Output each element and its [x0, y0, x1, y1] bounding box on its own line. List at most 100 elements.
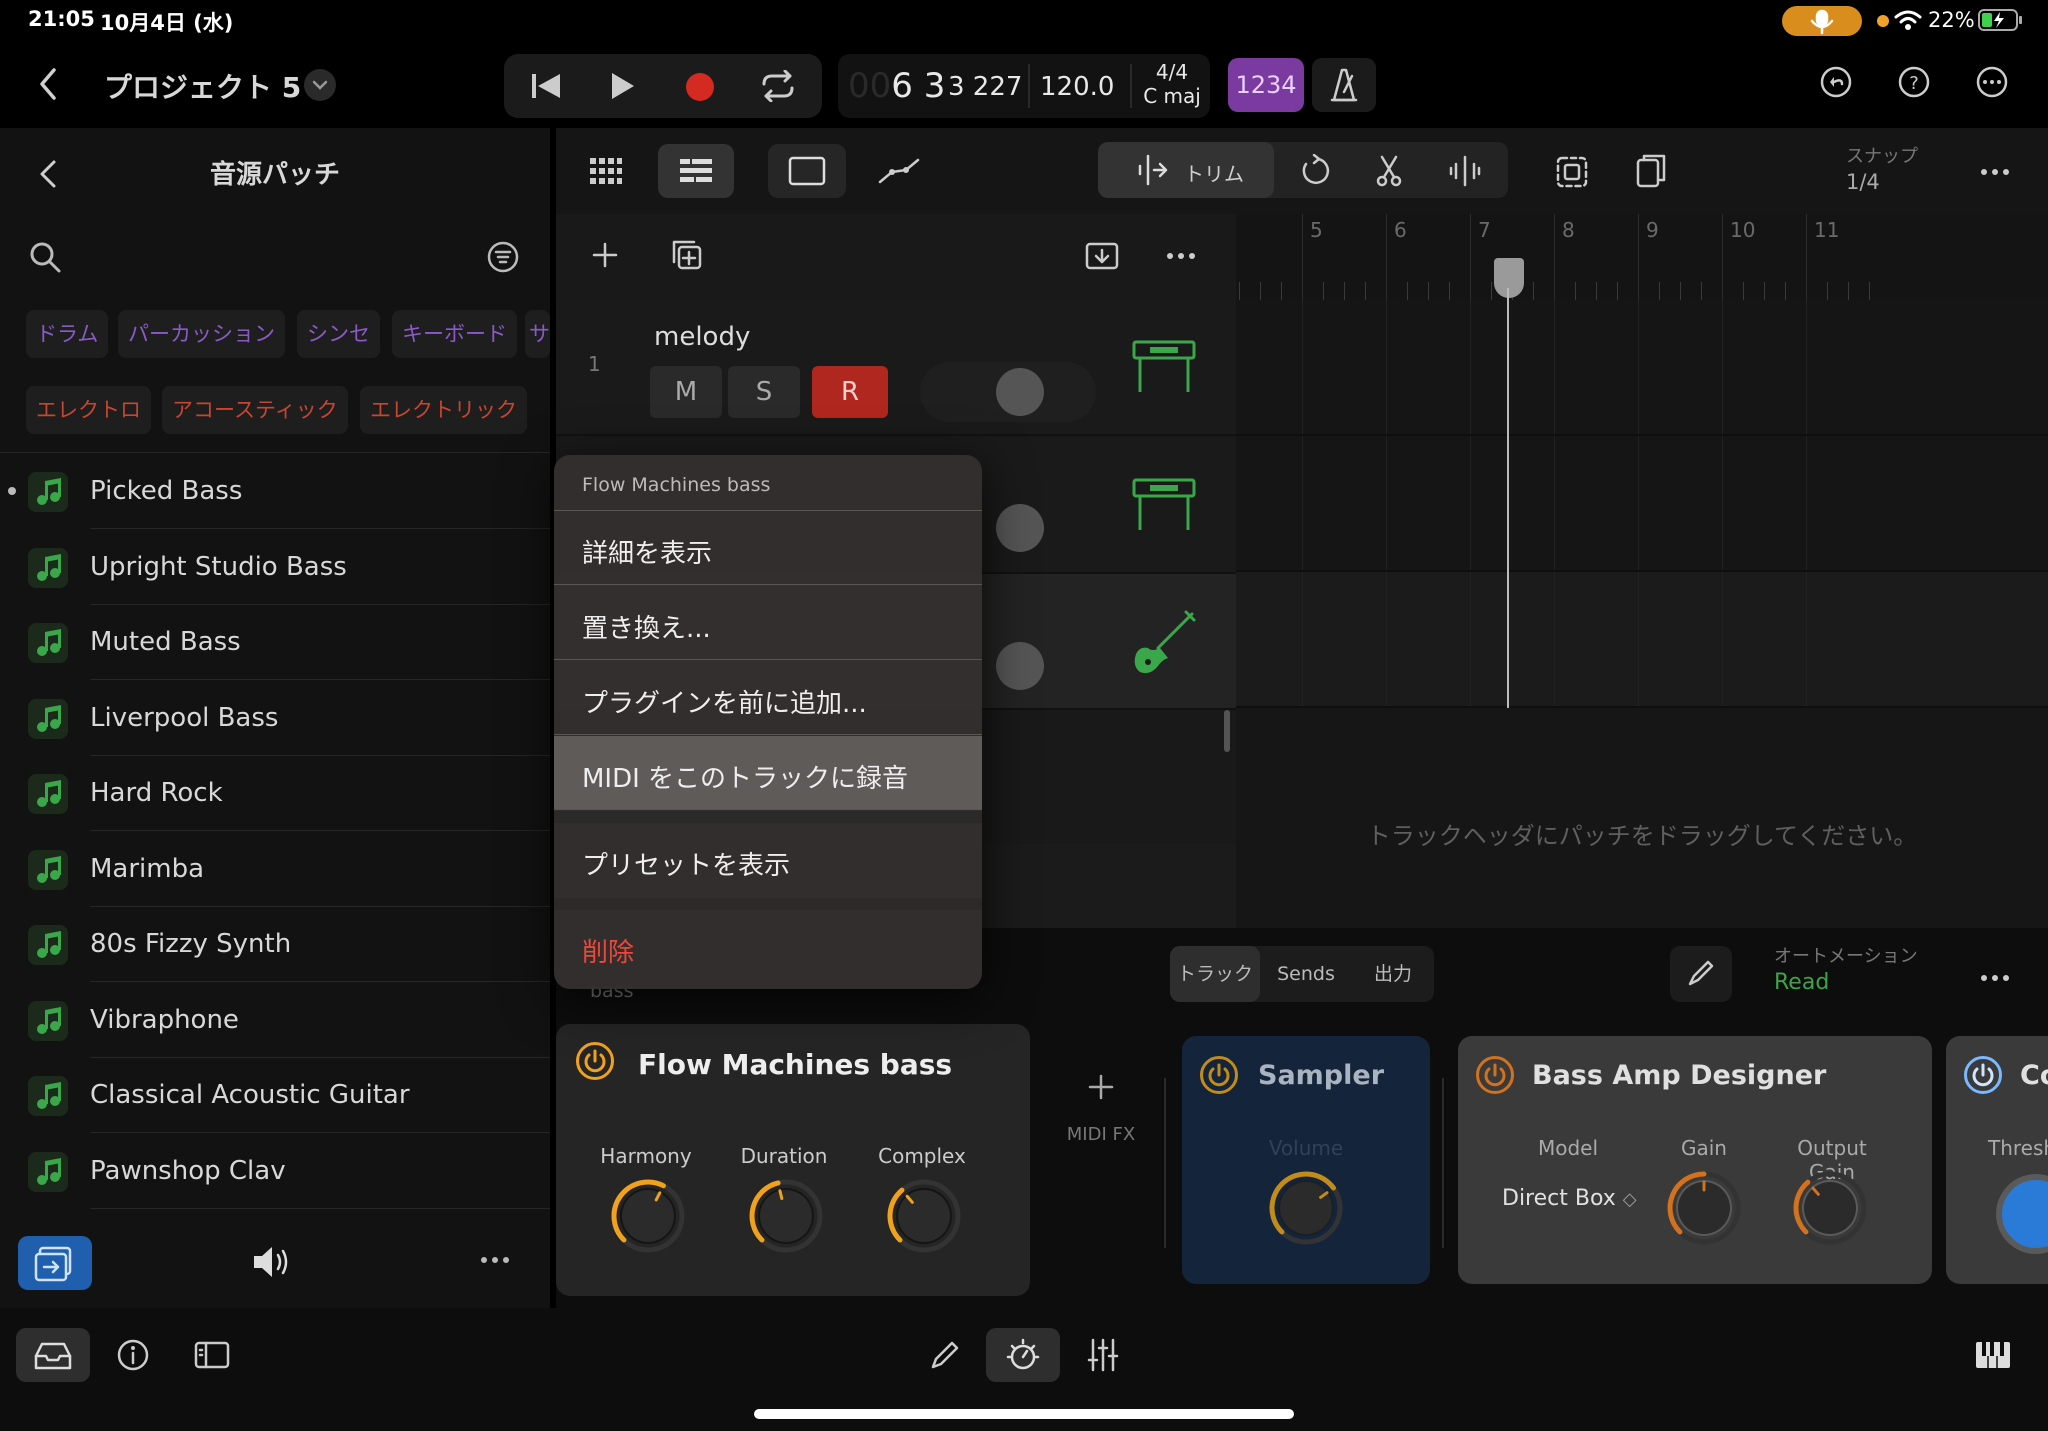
patch-list-item[interactable]: 80s Fizzy Synth [0, 907, 550, 982]
tab-sends[interactable]: Sends [1260, 946, 1352, 1002]
help-icon[interactable]: ? [1896, 64, 1932, 100]
track-lane-2[interactable] [1236, 436, 2048, 572]
headers-more-icon[interactable] [1164, 246, 1198, 266]
patch-list-item[interactable]: Marimba [0, 832, 550, 907]
snap-value[interactable]: 1/4 [1846, 170, 1880, 194]
volume-knob[interactable] [1264, 1166, 1348, 1250]
complex-knob[interactable] [882, 1174, 966, 1258]
count-in-button[interactable]: 1234 [1228, 58, 1304, 112]
chip-style-1[interactable]: エレクトロ [26, 386, 151, 434]
add-midi-fx-icon[interactable] [1086, 1072, 1116, 1102]
sidebar-icon[interactable] [194, 1338, 230, 1372]
chevron-down-icon[interactable] [304, 69, 336, 101]
volume-slider-thumb[interactable] [996, 642, 1044, 690]
power-icon[interactable] [1200, 1056, 1238, 1094]
scissors-icon[interactable] [1374, 154, 1404, 188]
track-list-scrollbar[interactable] [1224, 710, 1230, 752]
play-icon[interactable] [608, 70, 638, 102]
select-region-icon[interactable] [1554, 154, 1590, 190]
power-icon[interactable] [1964, 1056, 2002, 1094]
power-icon[interactable] [1476, 1056, 1514, 1094]
undo-icon[interactable] [1818, 64, 1854, 100]
browser-toggle-button[interactable] [16, 1328, 90, 1382]
patch-list-item[interactable]: Upright Studio Bass [0, 530, 550, 605]
patch-list-item[interactable]: Picked Bass [0, 454, 550, 529]
speaker-icon[interactable] [250, 1242, 296, 1282]
automation-curve-icon[interactable] [862, 144, 932, 198]
chip-category-5[interactable]: サ [525, 310, 550, 358]
rewind-icon[interactable] [530, 70, 564, 102]
output-gain-knob[interactable] [1788, 1166, 1872, 1250]
mute-button[interactable]: M [650, 366, 722, 418]
inspector-more-icon[interactable] [1978, 968, 2012, 988]
track-row-1[interactable]: 1 melody M S R [556, 300, 1236, 436]
edit-pencil-button[interactable] [1670, 946, 1732, 1002]
filter-icon[interactable] [486, 240, 520, 274]
more-options-icon[interactable] [1974, 64, 2010, 100]
back-icon[interactable] [34, 66, 64, 102]
browser-more-icon[interactable] [478, 1250, 512, 1270]
menu-item-add-plugin-before[interactable]: プラグインを前に追加... [554, 661, 982, 735]
download-icon[interactable] [1084, 238, 1120, 272]
chip-category-1[interactable]: ドラム [26, 310, 109, 358]
menu-item-show-presets[interactable]: プリセットを表示 [554, 823, 982, 897]
volume-slider-thumb[interactable] [996, 368, 1044, 416]
solo-button[interactable]: S [728, 366, 800, 418]
patch-replace-button[interactable] [18, 1236, 92, 1290]
volume-slider-thumb[interactable] [996, 504, 1044, 552]
info-icon[interactable] [116, 1338, 150, 1372]
chip-category-3[interactable]: シンセ [297, 310, 380, 358]
patch-list-item[interactable]: Liverpool Bass [0, 681, 550, 756]
patch-list-item[interactable]: Classical Acoustic Guitar [0, 1058, 550, 1133]
loop-tool-icon[interactable] [1298, 154, 1332, 188]
tab-track[interactable]: トラック [1170, 946, 1260, 1002]
project-title[interactable]: プロジェクト 5 [104, 66, 301, 106]
join-tool-icon[interactable] [1448, 154, 1482, 188]
midi-fx-slot[interactable]: MIDI FX [1046, 1024, 1156, 1296]
threshold-knob[interactable] [1996, 1174, 2048, 1254]
cycle-icon[interactable] [760, 70, 796, 102]
automation-mode[interactable]: Read [1774, 970, 1829, 995]
track-lane-1[interactable] [1236, 300, 2048, 436]
plugin-bass-amp-designer[interactable]: Bass Amp Designer Model Direct Box ◇ Gai… [1458, 1036, 1932, 1284]
track-lane-3[interactable] [1236, 572, 2048, 708]
trim-tool-button[interactable]: トリム [1098, 142, 1274, 198]
piano-keyboard-icon[interactable] [1974, 1340, 2012, 1370]
add-track-icon[interactable] [590, 240, 620, 270]
harmony-knob[interactable] [606, 1174, 690, 1258]
tracks-view-button[interactable] [658, 144, 734, 198]
gain-knob[interactable] [1662, 1166, 1746, 1250]
search-icon[interactable] [28, 240, 62, 274]
record-button[interactable] [684, 71, 716, 103]
duration-knob[interactable] [744, 1174, 828, 1258]
pencil-icon[interactable] [928, 1338, 962, 1372]
playhead-handle[interactable] [1494, 258, 1524, 298]
metronome-button[interactable] [1312, 58, 1376, 112]
patch-list-item[interactable]: Pawnshop Clav [0, 1134, 550, 1209]
plugin-compressor[interactable]: Co Thresh [1946, 1036, 2048, 1284]
chip-style-2[interactable]: アコースティック [162, 386, 348, 434]
chip-category-2[interactable]: パーカッション [118, 310, 285, 358]
tab-output[interactable]: 出力 [1352, 946, 1434, 1002]
power-icon[interactable] [576, 1042, 614, 1080]
smart-controls-button[interactable] [986, 1328, 1060, 1382]
lcd-display[interactable]: 006 3 3 227 120.0 4/4 C maj [838, 54, 1210, 118]
menu-item-replace[interactable]: 置き換え... [554, 586, 982, 660]
grid-view-icon[interactable] [590, 158, 622, 184]
patch-list-item[interactable]: Muted Bass [0, 605, 550, 680]
tracks-more-icon[interactable] [1978, 162, 2012, 182]
patch-list-item[interactable]: Hard Rock [0, 756, 550, 831]
plugin-flow-machines[interactable]: Flow Machines bass Harmony Duration Comp… [556, 1024, 1030, 1296]
chip-style-3[interactable]: エレクトリック [360, 386, 527, 434]
patch-list-item[interactable]: Vibraphone [0, 983, 550, 1058]
single-view-button[interactable] [768, 144, 846, 198]
timeline-ruler[interactable]: 5 6 7 8 9 10 11 [1236, 214, 2048, 300]
record-arm-button[interactable]: R [812, 366, 888, 418]
mixer-icon[interactable] [1086, 1336, 1120, 1374]
chip-category-4[interactable]: キーボード [392, 310, 517, 358]
menu-item-show-details[interactable]: 詳細を表示 [554, 511, 982, 585]
menu-item-record-midi[interactable]: MIDI をこのトラックに録音 [554, 736, 982, 810]
duplicate-track-icon[interactable] [670, 238, 704, 272]
plugin-sampler[interactable]: Sampler Volume [1182, 1036, 1430, 1284]
copy-icon[interactable] [1634, 152, 1668, 190]
